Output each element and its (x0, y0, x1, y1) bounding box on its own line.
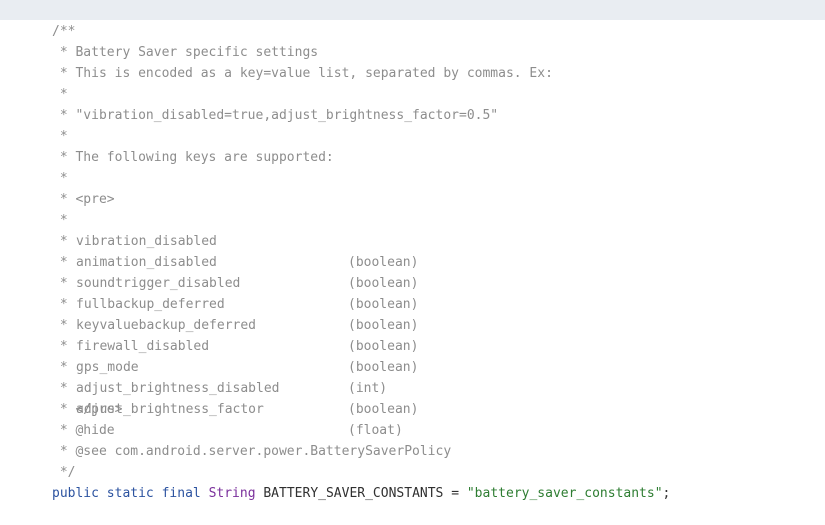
keyword-public: public (52, 486, 99, 501)
code-line: */ (0, 441, 825, 480)
semicolon: ; (662, 486, 671, 501)
doc-key-row: * firewall_disabled (boolean) (0, 294, 825, 375)
code-line: * Battery Saver specific settings (0, 21, 825, 60)
equals-operator: = (451, 486, 460, 501)
doc-key-row: * adjust_brightness_disabled (boolean) (0, 336, 825, 417)
code-line: * This is encoded as a key=value list, s… (0, 42, 825, 81)
string-literal: "battery_saver_constants" (466, 486, 663, 501)
doc-key-row: * gps_mode (int) (0, 315, 825, 396)
code-line: /** (0, 0, 825, 39)
code-line: * </pre> (0, 378, 825, 417)
constant-name: BATTERY_SAVER_CONSTANTS (263, 486, 444, 501)
code-editor[interactable]: /** * Battery Saver specific settings * … (0, 0, 825, 504)
declaration-line: public static final String BATTERY_SAVER… (0, 462, 825, 501)
doc-key-row: * fullbackup_deferred (boolean) (0, 252, 825, 333)
declaration: public static final String BATTERY_SAVER… (52, 483, 670, 504)
code-line: * (0, 63, 825, 102)
doc-key-row: * vibration_disabled (boolean) (0, 189, 825, 270)
keyword-static: static (106, 486, 154, 501)
code-line: * (0, 105, 825, 144)
code-line: * The following keys are supported: (0, 126, 825, 165)
code-line: * "vibration_disabled=true,adjust_bright… (0, 84, 825, 123)
type-string: String (208, 486, 256, 501)
doc-key-row: * adjust_brightness_factor (float) (0, 357, 825, 438)
code-line: * (0, 147, 825, 186)
code-line: * <pre> (0, 168, 825, 207)
code-line: * @hide (0, 399, 825, 438)
doc-key-row: * keyvaluebackup_deferred (boolean) (0, 273, 825, 354)
doc-key-row: * soundtrigger_disabled (boolean) (0, 231, 825, 312)
doc-key-row: * animation_disabled (boolean) (0, 210, 825, 291)
keyword-final: final (161, 486, 201, 501)
code-line: * @see com.android.server.power.BatteryS… (0, 420, 825, 459)
